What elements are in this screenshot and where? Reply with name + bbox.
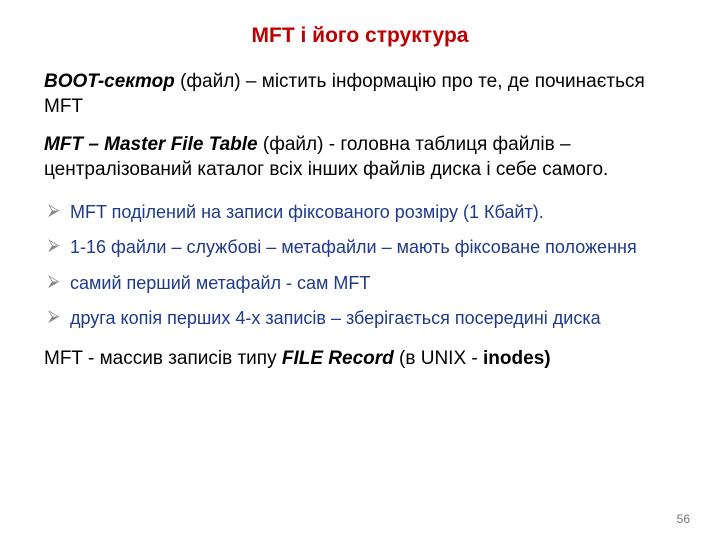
paragraph-mft: MFT – Master File Table (файл) - головна… [44,133,676,182]
page-number: 56 [677,512,690,526]
list-item: ⮚ друга копія перших 4-х записів – збері… [48,307,676,330]
bullet-text: самий перший метафайл - сам MFT [70,272,676,295]
mft-lead: MFT – Master File Table [44,134,258,155]
bullet-text: 1-16 файли – службові – метафайли – мают… [70,236,676,259]
footer-prefix: MFT - массив записів типу [44,348,282,369]
list-item: ⮚ 1-16 файли – службові – метафайли – ма… [48,236,676,259]
footer-file-record: FILE Record [282,348,394,369]
footer-mid: (в UNIX - [394,348,483,369]
boot-lead: BOOT-сектор [44,71,175,92]
slide-title: MFT і його структура [44,24,676,48]
bullet-icon: ⮚ [48,201,70,222]
bullet-icon: ⮚ [48,307,70,328]
bullet-text: MFT поділений на записи фіксованого розм… [70,201,676,224]
list-item: ⮚ MFT поділений на записи фіксованого ро… [48,201,676,224]
bullet-icon: ⮚ [48,272,70,293]
bullet-list: ⮚ MFT поділений на записи фіксованого ро… [48,201,676,331]
footer-inodes: inodes) [483,348,551,369]
paragraph-boot-sector: BOOT-сектор (файл) – містить інформацію … [44,70,676,119]
bullet-icon: ⮚ [48,236,70,257]
bullet-text: друга копія перших 4-х записів – зберіга… [70,307,676,330]
footer-paragraph: MFT - массив записів типу FILE Record (в… [44,348,676,370]
list-item: ⮚ самий перший метафайл - сам MFT [48,272,676,295]
